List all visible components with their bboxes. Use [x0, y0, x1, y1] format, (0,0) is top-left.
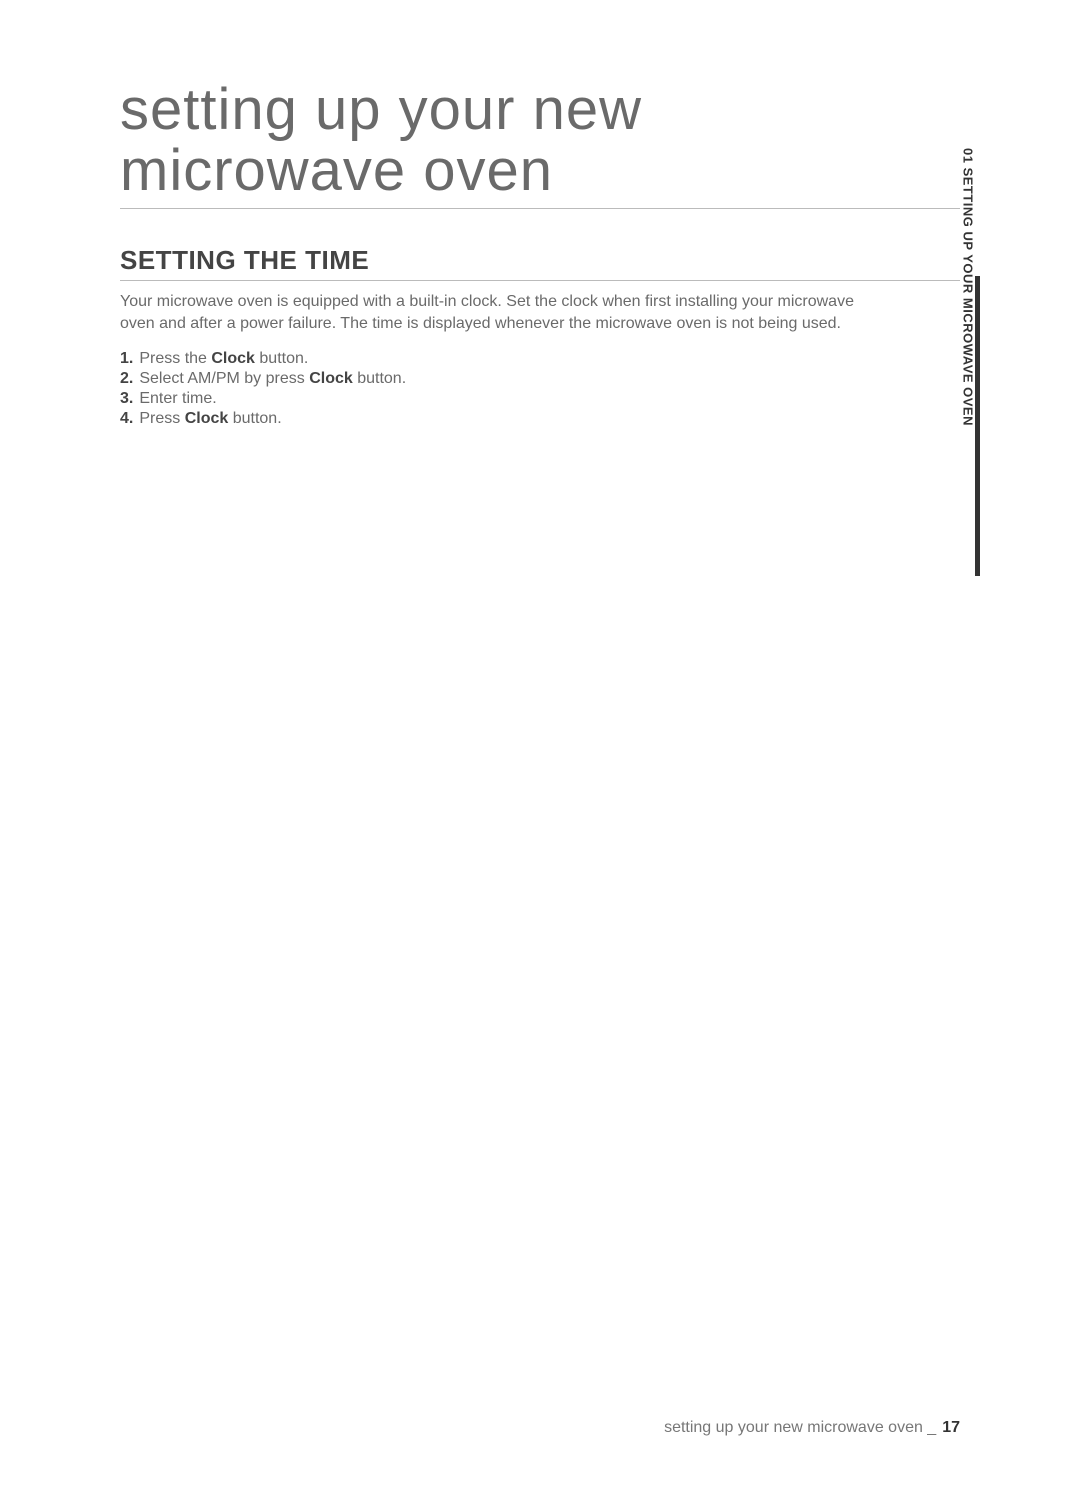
- step-text: Press: [139, 410, 184, 427]
- step-text: Enter time.: [139, 390, 216, 407]
- step-1: 1. Press the Clock button.: [120, 350, 960, 368]
- step-text: Press the: [139, 350, 211, 367]
- page-number: 17: [942, 1419, 960, 1436]
- chapter-title-line2: microwave oven: [120, 138, 553, 203]
- clock-button-label: Clock: [309, 370, 353, 387]
- side-tab-label: 01 SETTING UP YOUR MICROWAVE OVEN: [961, 148, 976, 426]
- steps-list: 1. Press the Clock button. 2. Select AM/PM…: [120, 350, 960, 428]
- step-number: 1.: [120, 350, 133, 367]
- step-2: 2. Select AM/PM by press Clock button.: [120, 370, 960, 388]
- step-number: 3.: [120, 390, 133, 407]
- clock-button-label: Clock: [185, 410, 229, 427]
- step-number: 2.: [120, 370, 133, 387]
- chapter-title-line1: setting up your new: [120, 77, 642, 142]
- step-4: 4. Press Clock button.: [120, 410, 960, 428]
- manual-page: setting up your new microwave oven SETTI…: [0, 0, 1080, 1495]
- section-intro: Your microwave oven is equipped with a b…: [120, 291, 880, 336]
- clock-button-label: Clock: [211, 350, 255, 367]
- side-tab: 01 SETTING UP YOUR MICROWAVE OVEN: [950, 276, 980, 576]
- step-text: button.: [353, 370, 406, 387]
- step-text: button.: [255, 350, 308, 367]
- section-title: SETTING THE TIME: [120, 245, 960, 281]
- step-number: 4.: [120, 410, 133, 427]
- footer-text: setting up your new microwave oven _: [664, 1419, 936, 1436]
- side-tab-bar: [975, 276, 980, 576]
- step-text: Select AM/PM by press: [139, 370, 309, 387]
- step-3: 3. Enter time.: [120, 390, 960, 408]
- chapter-title: setting up your new microwave oven: [120, 80, 960, 209]
- page-footer: setting up your new microwave oven _ 17: [664, 1419, 960, 1437]
- step-text: button.: [228, 410, 281, 427]
